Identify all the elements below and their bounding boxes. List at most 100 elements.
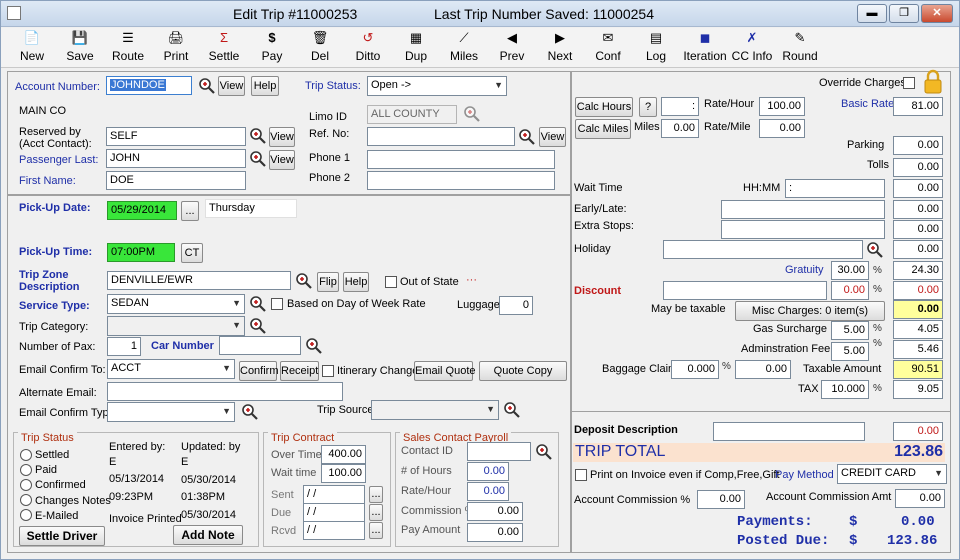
early-late-input[interactable] — [721, 200, 885, 219]
car-search-icon[interactable] — [305, 337, 323, 355]
flip-button[interactable]: Flip — [317, 272, 339, 292]
minimize-button[interactable]: ▬ — [857, 4, 887, 23]
email-quote-button[interactable]: Email Quote — [414, 361, 476, 381]
pax-input[interactable]: 1 — [107, 337, 141, 356]
rate-hour-input[interactable]: 100.00 — [759, 97, 805, 116]
ref-view-button[interactable]: View — [539, 127, 566, 147]
close-button[interactable]: ✕ — [921, 4, 953, 23]
phone1-input[interactable] — [367, 150, 555, 169]
toolbar-settle-button[interactable]: Σ Settle — [203, 30, 245, 66]
wait-amount-input[interactable]: 0.00 — [893, 179, 943, 198]
hours-input[interactable]: 0.00 — [467, 462, 509, 481]
alternate-email-input[interactable] — [107, 382, 343, 401]
settle-driver-button[interactable]: Settle Driver — [19, 526, 105, 546]
confirm-button[interactable]: Confirm — [239, 361, 279, 381]
contact-search-icon[interactable] — [535, 443, 553, 461]
status-emailed-radio[interactable] — [20, 509, 32, 521]
hours-help-button[interactable]: ? — [639, 97, 657, 117]
toolbar-miles-button[interactable]: ⟋ Miles — [443, 30, 485, 66]
toolbar-ditto-button[interactable]: ↺ Ditto — [347, 30, 389, 66]
calc-hours-button[interactable]: Calc Hours — [575, 97, 633, 117]
trip-status-select[interactable]: Open -> ▼ — [367, 76, 507, 96]
admin-amount[interactable]: 5.46 — [893, 340, 943, 359]
hours-value-input[interactable]: : — [661, 97, 699, 116]
reserved-view-button[interactable]: View — [269, 127, 295, 147]
toolbar-dup-button[interactable]: ▦ Dup — [395, 30, 437, 66]
holiday-amount[interactable]: 0.00 — [893, 240, 943, 259]
contact-id-input[interactable] — [467, 442, 531, 461]
baggage-pct-input[interactable]: 0.000 — [671, 360, 719, 379]
wait-hhmm-input[interactable]: : — [785, 179, 885, 198]
status-confirmed-radio[interactable] — [20, 479, 32, 491]
early-late-amount[interactable]: 0.00 — [893, 200, 943, 219]
miles-input[interactable]: 0.00 — [661, 119, 699, 138]
toolbar-save-button[interactable]: 💾 Save — [59, 30, 101, 66]
print-invoice-checkbox[interactable] — [575, 469, 587, 481]
email-confirm-type-select[interactable]: ▼ — [107, 402, 235, 422]
limo-search-icon[interactable] — [463, 105, 481, 123]
gratuity-pct-input[interactable]: 30.00 — [831, 261, 869, 280]
reserved-by-input[interactable]: SELF — [106, 127, 246, 146]
trip-zone-input[interactable]: DENVILLE/EWR — [107, 271, 291, 290]
passenger-search-icon[interactable] — [249, 150, 267, 168]
toolbar-print-button[interactable]: 🖨 Print — [155, 30, 197, 66]
quote-copy-button[interactable]: Quote Copy — [479, 361, 567, 381]
parking-input[interactable]: 0.00 — [893, 136, 943, 155]
out-of-state-checkbox[interactable] — [385, 276, 397, 288]
admin-pct-input[interactable]: 5.00 — [831, 342, 869, 361]
toolbar-prev-button[interactable]: ◀ Prev — [491, 30, 533, 66]
pickup-date-input[interactable]: 05/29/2014 — [107, 201, 177, 220]
extra-stops-amount[interactable]: 0.00 — [893, 220, 943, 239]
deposit-amount[interactable]: 0.00 — [893, 422, 943, 441]
status-changes-notes-radio[interactable] — [20, 494, 32, 506]
over-time-input[interactable]: 400.00 — [321, 445, 366, 464]
gas-amount[interactable]: 4.05 — [893, 320, 943, 339]
toolbar-iteration-button[interactable]: ◼ Iteration — [681, 30, 729, 66]
gratuity-amount[interactable]: 24.30 — [893, 261, 943, 280]
tax-pct-input[interactable]: 10.000 — [821, 380, 869, 399]
ref-search-icon[interactable] — [518, 128, 536, 146]
category-search-icon[interactable] — [249, 317, 267, 335]
toolbar-del-button[interactable]: 🗑 Del — [299, 30, 341, 66]
toolbar-pay-button[interactable]: $ Pay — [251, 30, 293, 66]
dow-rate-checkbox[interactable] — [271, 298, 283, 310]
passenger-view-button[interactable]: View — [269, 150, 295, 170]
due-date-button[interactable]: ... — [369, 504, 383, 521]
discount-pct-input[interactable]: 0.00 — [831, 281, 869, 300]
status-paid-radio[interactable] — [20, 464, 32, 476]
service-type-select[interactable]: SEDAN ▼ — [107, 294, 245, 314]
pay-amount-input[interactable]: 0.00 — [467, 523, 523, 542]
ref-no-input[interactable] — [367, 127, 515, 146]
zone-search-icon[interactable] — [295, 272, 313, 290]
account-number-input[interactable]: JOHNDOE — [106, 76, 192, 95]
trip-source-select[interactable]: ▼ — [371, 400, 499, 420]
rcvd-date-button[interactable]: ... — [369, 522, 383, 539]
baggage-amount[interactable]: 0.00 — [735, 360, 791, 379]
car-number-input[interactable] — [219, 336, 301, 355]
tax-amount[interactable]: 9.05 — [893, 380, 943, 399]
account-commission-amt-input[interactable]: 0.00 — [895, 489, 945, 508]
sent-date-input[interactable]: / / — [303, 485, 365, 504]
toolbar-round-button[interactable]: ✎ Round — [779, 30, 821, 66]
rcvd-date-input[interactable]: / / — [303, 521, 365, 540]
ct-button[interactable]: CT — [181, 243, 203, 263]
first-name-input[interactable]: DOE — [106, 171, 246, 190]
gas-pct-input[interactable]: 5.00 — [831, 321, 869, 340]
service-search-icon[interactable] — [249, 295, 267, 313]
misc-charges-button[interactable]: Misc Charges: 0 item(s) — [735, 301, 885, 321]
holiday-search-icon[interactable] — [866, 241, 884, 259]
email-type-search-icon[interactable] — [241, 403, 259, 421]
account-search-icon[interactable] — [198, 77, 216, 95]
receipt-button[interactable]: Receipt — [280, 361, 319, 381]
wait-time-input[interactable]: 100.00 — [321, 464, 366, 483]
reserved-search-icon[interactable] — [249, 127, 267, 145]
account-commission-pct-input[interactable]: 0.00 — [697, 490, 745, 509]
luggage-input[interactable]: 0 — [499, 296, 533, 315]
toolbar-route-button[interactable]: ☰ Route — [107, 30, 149, 66]
payroll-rate-input[interactable]: 0.00 — [467, 482, 509, 501]
itinerary-change-checkbox[interactable] — [322, 365, 334, 377]
sent-date-button[interactable]: ... — [369, 486, 383, 503]
rate-mile-input[interactable]: 0.00 — [759, 119, 805, 138]
passenger-last-input[interactable]: JOHN — [106, 149, 246, 168]
tolls-input[interactable]: 0.00 — [893, 158, 943, 177]
